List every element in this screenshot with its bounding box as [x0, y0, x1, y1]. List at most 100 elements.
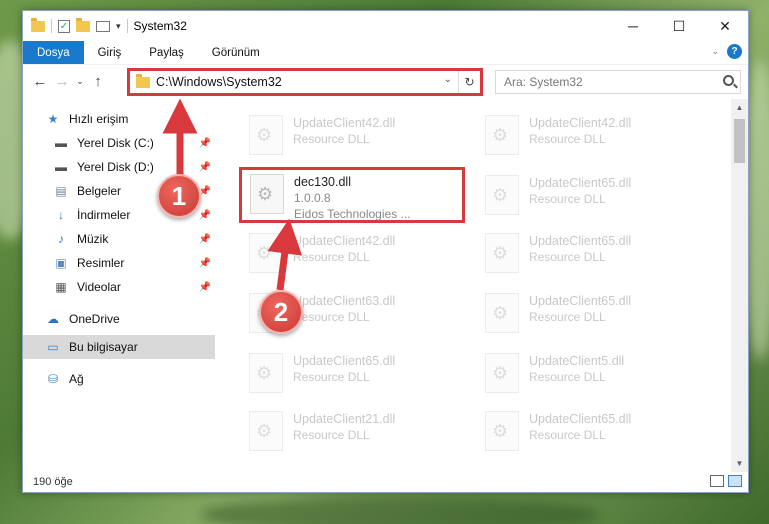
new-folder-icon[interactable] — [76, 17, 90, 32]
pin-icon[interactable]: 📌 — [199, 162, 211, 173]
list-item-dec130[interactable]: dec130.dll 1.0.0.8 Eidos Technologies ... — [239, 167, 465, 223]
list-item[interactable]: UpdateClient42.dll Resource DLL — [241, 229, 467, 285]
navigation-pane: ★ Hızlı erişim ▬ Yerel Disk (C:) 📌 ▬ Yer… — [23, 99, 215, 472]
address-highlight-box — [127, 68, 483, 96]
title-bar: ✓ ▾ System32 ─ ☐ ✕ — [23, 11, 748, 41]
dll-file-icon — [485, 175, 519, 215]
search-input[interactable]: Ara: System32 — [495, 70, 741, 94]
list-item[interactable]: UpdateClient42.dll Resource DLL — [477, 111, 703, 167]
list-item[interactable]: UpdateClient65.dll Resource DLL — [477, 229, 703, 285]
file-name: UpdateClient65.dll — [529, 176, 632, 190]
window-controls: ─ ☐ ✕ — [610, 11, 748, 41]
help-icon[interactable]: ? — [727, 44, 742, 59]
sidebar-item-this-pc[interactable]: ▭ Bu bilgisayar — [23, 335, 215, 359]
pin-icon[interactable]: 📌 — [199, 210, 211, 221]
scroll-down-icon[interactable]: ▼ — [731, 455, 748, 472]
quick-access-toolbar: ✓ ▾ — [23, 17, 128, 33]
search-icon[interactable] — [723, 75, 734, 86]
tab-paylas[interactable]: Paylaş — [135, 41, 198, 64]
file-type: Resource DLL — [293, 132, 370, 146]
expand-ribbon-icon[interactable]: ⌄ — [711, 46, 719, 57]
file-name: dec130.dll — [294, 175, 351, 189]
list-item[interactable]: UpdateClient21.dll Resource DLL — [241, 407, 467, 463]
dll-file-icon — [250, 174, 284, 214]
dll-file-icon — [485, 293, 519, 333]
chevron-down-icon[interactable]: ▾ — [116, 21, 121, 32]
tab-gorunum[interactable]: Görünüm — [198, 41, 274, 64]
explorer-window: ✓ ▾ System32 ─ ☐ ✕ Dosya Giriş Paylaş Gö… — [22, 10, 749, 493]
back-arrow-icon[interactable]: ← — [29, 73, 51, 90]
file-name: UpdateClient42.dll — [293, 234, 396, 248]
properties-check-icon[interactable]: ✓ — [58, 19, 70, 33]
file-type: Resource DLL — [293, 250, 370, 264]
dll-file-icon — [485, 233, 519, 273]
sidebar-item-label: Belgeler — [77, 184, 122, 198]
dll-file-icon — [249, 411, 283, 451]
tab-giris[interactable]: Giriş — [84, 41, 136, 64]
maximize-button[interactable]: ☐ — [656, 11, 702, 41]
pin-icon[interactable]: 📌 — [199, 282, 211, 293]
pin-icon[interactable]: 📌 — [199, 234, 211, 245]
list-item[interactable]: UpdateClient65.dll Resource DLL — [477, 407, 703, 463]
sidebar-item-videos[interactable]: ▦ Videolar 📌 — [23, 275, 215, 299]
toolbar-divider — [126, 19, 128, 33]
close-button[interactable]: ✕ — [702, 11, 748, 41]
minimize-button[interactable]: ─ — [610, 11, 656, 41]
file-company: Eidos Technologies ... — [294, 207, 411, 221]
pin-icon[interactable]: 📌 — [199, 138, 211, 149]
sidebar-item-pictures[interactable]: ▣ Resimler 📌 — [23, 251, 215, 275]
file-list: UpdateClient42.dll Resource DLL dec130.dl… — [215, 99, 748, 472]
forward-arrow-icon[interactable]: → — [51, 73, 73, 90]
sidebar-item-label: Yerel Disk (D:) — [77, 160, 154, 174]
file-type: Resource DLL — [529, 192, 606, 206]
file-type: Resource DLL — [529, 132, 606, 146]
step-badge-2: 2 — [259, 290, 303, 334]
computer-icon: ▭ — [47, 340, 59, 354]
list-item[interactable]: UpdateClient65.dll Resource DLL — [241, 349, 467, 405]
file-type: Resource DLL — [529, 250, 606, 264]
status-bar: 190 öğe — [23, 472, 748, 492]
recent-locations-chevron-icon[interactable]: ⌄ — [73, 76, 87, 87]
sidebar-item-label: Yerel Disk (C:) — [77, 136, 154, 150]
ribbon-tabs: Dosya Giriş Paylaş Görünüm ⌄ ? — [23, 41, 748, 64]
dll-file-icon — [249, 115, 283, 155]
tiles-view-icon[interactable] — [728, 475, 742, 487]
pin-icon[interactable]: 📌 — [199, 258, 211, 269]
tab-dosya[interactable]: Dosya — [23, 41, 84, 64]
scrollbar-thumb[interactable] — [734, 119, 745, 163]
sidebar-item-label: OneDrive — [69, 312, 120, 326]
music-icon: ♪ — [58, 232, 64, 246]
sidebar-item-network[interactable]: ⛁ Ağ — [23, 367, 215, 391]
file-name: UpdateClient65.dll — [529, 234, 632, 248]
window-title: System32 — [133, 19, 187, 33]
customize-toolbar-icon[interactable] — [96, 20, 110, 32]
file-name: UpdateClient21.dll — [293, 412, 396, 426]
dll-file-icon — [485, 353, 519, 393]
sidebar-item-drive-c[interactable]: ▬ Yerel Disk (C:) 📌 — [23, 131, 215, 155]
file-type: Resource DLL — [293, 310, 370, 324]
up-arrow-icon[interactable]: ↑ — [87, 73, 109, 90]
folder-icon — [31, 17, 45, 32]
network-icon: ⛁ — [47, 372, 59, 386]
file-name: UpdateClient65.dll — [529, 294, 632, 308]
cloud-icon: ☁ — [47, 312, 59, 326]
list-item[interactable]: UpdateClient65.dll Resource DLL — [477, 289, 703, 345]
sidebar-item-music[interactable]: ♪ Müzik 📌 — [23, 227, 215, 251]
sidebar-item-onedrive[interactable]: ☁ OneDrive — [23, 307, 215, 331]
sidebar-item-label: İndirmeler — [77, 208, 131, 222]
download-icon: ↓ — [58, 208, 64, 222]
scroll-up-icon[interactable]: ▲ — [731, 99, 748, 116]
list-item[interactable]: UpdateClient5.dll Resource DLL — [477, 349, 703, 405]
file-type: Resource DLL — [529, 370, 606, 384]
file-name: UpdateClient63.dll — [293, 294, 396, 308]
ribbon-right-controls: ⌄ ? — [711, 44, 742, 59]
list-item[interactable]: UpdateClient65.dll Resource DLL — [477, 171, 703, 227]
toolbar-divider — [51, 19, 52, 33]
file-name: UpdateClient42.dll — [293, 116, 396, 130]
list-item[interactable]: UpdateClient42.dll Resource DLL — [241, 111, 467, 167]
sidebar-item-quick-access[interactable]: ★ Hızlı erişim — [23, 107, 215, 131]
star-icon: ★ — [47, 112, 59, 126]
file-type: Resource DLL — [293, 428, 370, 442]
details-view-icon[interactable] — [710, 475, 724, 487]
vertical-scrollbar[interactable]: ▲ ▼ — [731, 99, 748, 472]
